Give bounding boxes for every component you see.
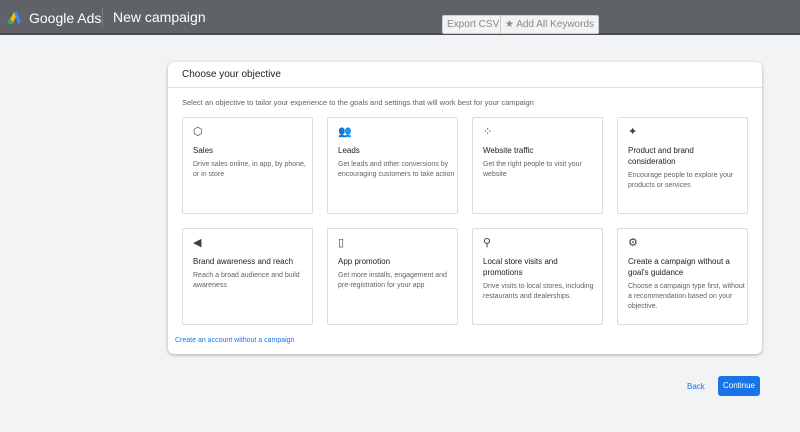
tile-description: Choose a campaign type first, without a …: [628, 283, 745, 310]
tile-title: Leads: [338, 146, 360, 155]
objective-tile-brand-awareness-and-reach[interactable]: ◀ Brand awareness and reach Reach a broa…: [182, 228, 313, 325]
objective-tile-leads[interactable]: 👥 Leads Get leads and other conversions …: [327, 117, 458, 214]
tile-title: Local store visits and promotions: [483, 257, 558, 277]
people-icon: 👥: [338, 126, 352, 138]
tile-description: Encourage people to explore your product…: [628, 172, 734, 189]
tile-description: Reach a broad audience and build awarene…: [193, 272, 300, 289]
tile-description: Drive sales online, in app, by phone, or…: [193, 161, 306, 178]
divider: [168, 87, 762, 88]
tile-title: Website traffic: [483, 146, 534, 155]
tile-description: Get more installs, engagement and pre-re…: [338, 272, 447, 289]
location-pin-icon: ⚲: [483, 237, 492, 249]
card-subtitle: Select an objective to tailor your exper…: [182, 98, 534, 107]
tile-title: Brand awareness and reach: [193, 257, 294, 266]
tile-description: Drive visits to local stores, including …: [483, 283, 594, 300]
tile-description: Get the right people to visit your websi…: [483, 161, 582, 178]
tile-title: Sales: [193, 146, 214, 155]
top-bar: Google Ads New campaign Export CSV ★ Add…: [0, 0, 800, 35]
sparkle-icon: ✦: [628, 126, 638, 138]
phone-icon: ▯: [338, 237, 345, 249]
tile-title: App promotion: [338, 257, 391, 266]
tag-icon: ⬡: [193, 126, 203, 138]
objective-tile-sales[interactable]: ⬡ Sales Drive sales online, in app, by p…: [182, 117, 313, 214]
tile-description: Get leads and other conversions by encou…: [338, 161, 455, 178]
objective-tile-website-traffic[interactable]: ⁘ Website traffic Get the right people t…: [472, 117, 603, 214]
add-all-keywords-button[interactable]: ★ Add All Keywords: [500, 15, 600, 34]
tile-title: Create a campaign without a goal's guida…: [628, 257, 730, 277]
cursor-click-icon: ⁘: [483, 126, 493, 138]
card-title: Choose your objective: [182, 69, 281, 80]
tile-title: Product and brand consideration: [628, 146, 694, 166]
continue-button[interactable]: Continue: [718, 376, 760, 396]
objective-tile-local-store-visits-and-promotions[interactable]: ⚲ Local store visits and promotions Driv…: [472, 228, 603, 325]
create-account-without-campaign-link[interactable]: Create an account without a campaign: [175, 337, 294, 344]
export-csv-button[interactable]: Export CSV: [442, 15, 505, 34]
megaphone-icon: ◀: [193, 237, 202, 249]
page-title: New campaign: [113, 9, 206, 25]
google-ads-logo-icon: [7, 12, 21, 25]
objective-tile-create-a-campaign-without-a-goal-s-guidance[interactable]: ⚙ Create a campaign without a goal's gui…: [617, 228, 748, 325]
divider: [102, 8, 103, 27]
back-button[interactable]: Back: [687, 382, 705, 391]
objective-tile-app-promotion[interactable]: ▯ App promotion Get more installs, engag…: [327, 228, 458, 325]
brand-name: Google Ads: [29, 10, 102, 26]
objective-card: Choose your objective Select an objectiv…: [168, 62, 762, 354]
objective-tile-product-and-brand-consideration[interactable]: ✦ Product and brand consideration Encour…: [617, 117, 748, 214]
gear-icon: ⚙: [628, 237, 638, 249]
